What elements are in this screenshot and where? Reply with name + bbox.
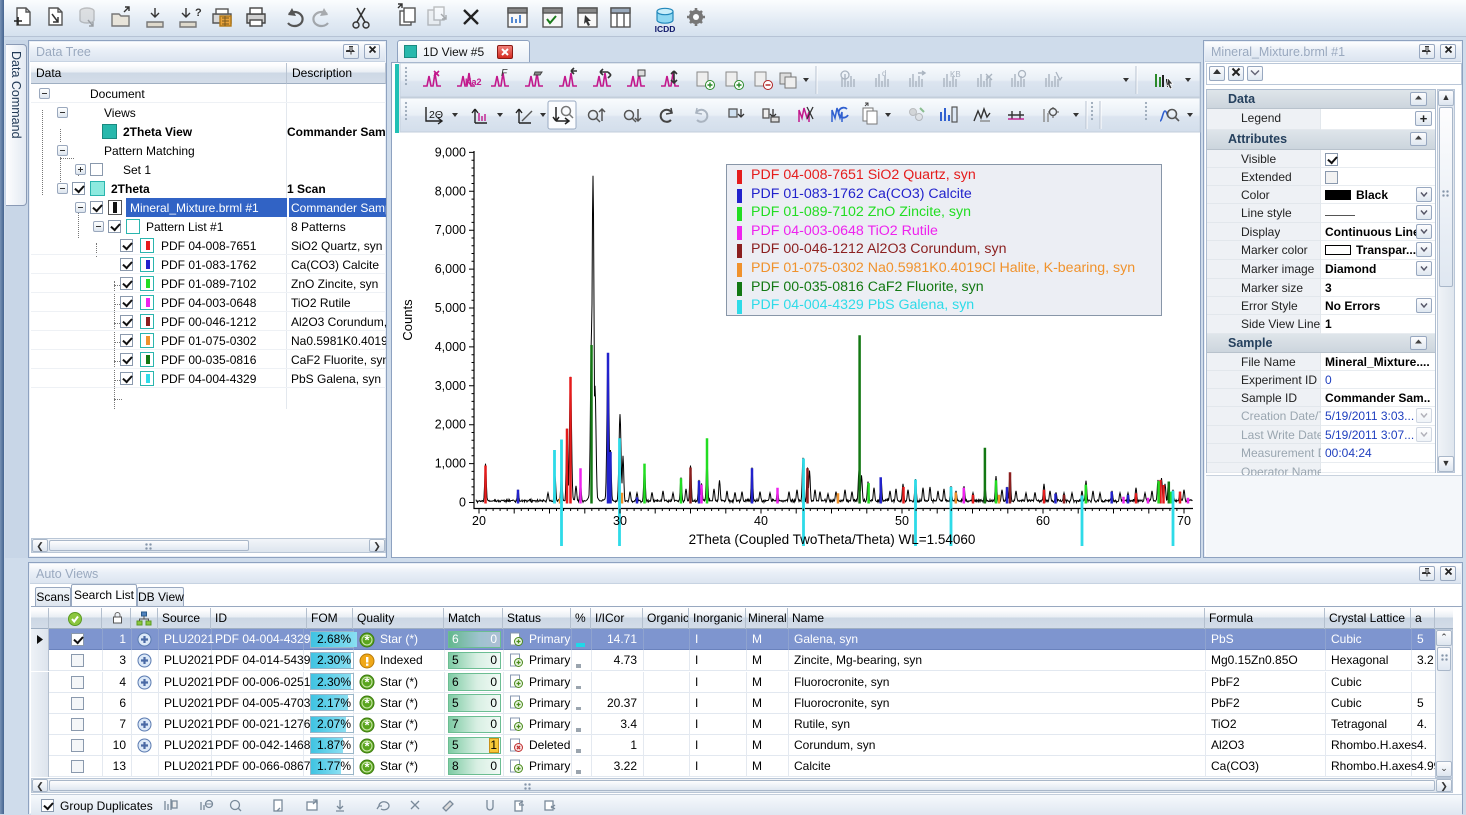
svg-text:Counts: Counts <box>400 299 415 341</box>
svg-text:30: 30 <box>613 514 627 528</box>
svg-text:50: 50 <box>895 514 909 528</box>
svg-text:7,000: 7,000 <box>435 223 466 237</box>
svg-text:F: F <box>501 68 508 79</box>
svg-text:6,000: 6,000 <box>435 262 466 276</box>
svg-text:?: ? <box>195 7 202 19</box>
svg-text:20: 20 <box>472 514 486 528</box>
svg-text:ICDD: ICDD <box>655 24 676 34</box>
svg-text:2Θ: 2Θ <box>429 109 443 121</box>
svg-text:40: 40 <box>754 514 768 528</box>
svg-text:70: 70 <box>1177 514 1191 528</box>
svg-text:4,000: 4,000 <box>435 340 466 354</box>
svg-text:5,000: 5,000 <box>435 301 466 315</box>
svg-text:9,000: 9,000 <box>435 145 466 159</box>
svg-text:3,000: 3,000 <box>435 379 466 393</box>
svg-text:1,000: 1,000 <box>435 457 466 471</box>
svg-text:8,000: 8,000 <box>435 184 466 198</box>
svg-text:d: d <box>882 69 886 78</box>
svg-text:60: 60 <box>1036 514 1050 528</box>
svg-text:2Theta (Coupled TwoTheta/Theta: 2Theta (Coupled TwoTheta/Theta) WL=1.540… <box>689 532 976 547</box>
svg-text:0: 0 <box>459 496 466 510</box>
svg-text:KB: KB <box>950 70 961 79</box>
svg-text:Ka2: Ka2 <box>465 77 482 87</box>
svg-text:2,000: 2,000 <box>435 418 466 432</box>
